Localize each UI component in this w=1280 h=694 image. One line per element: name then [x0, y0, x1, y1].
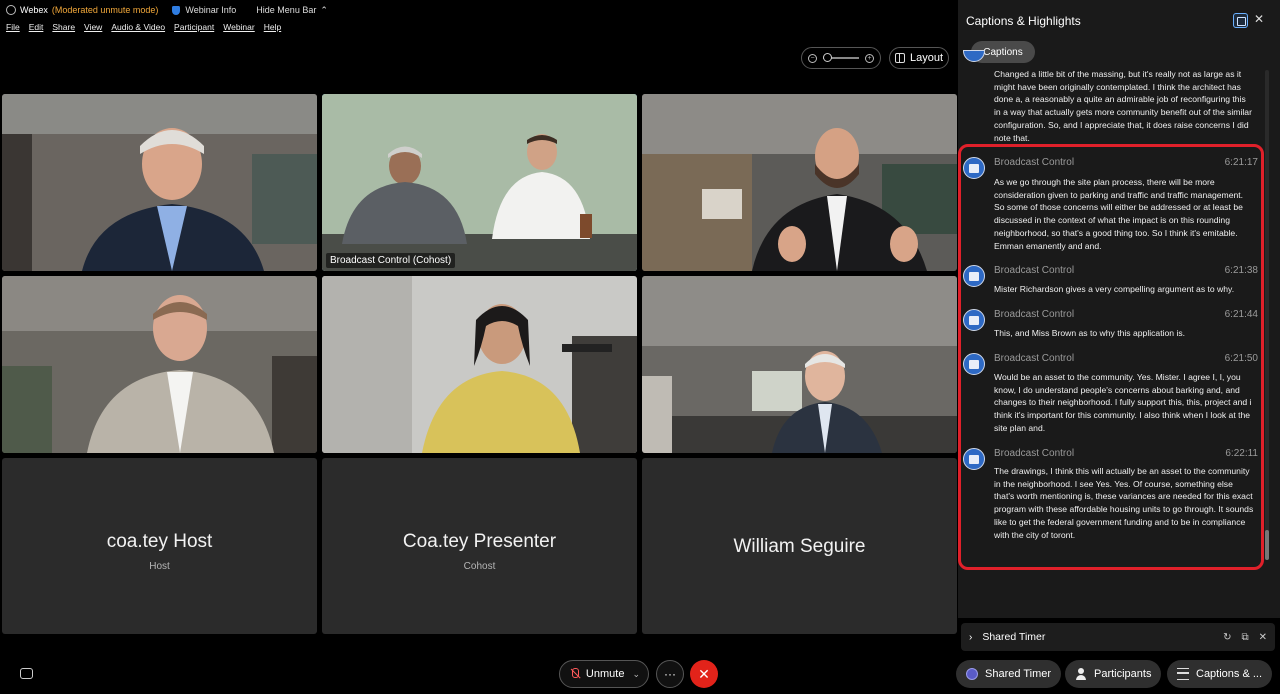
close-icon[interactable]: ✕: [1259, 632, 1267, 643]
participant-role: Cohost: [463, 560, 496, 572]
layout-button[interactable]: Layout: [889, 47, 949, 69]
refresh-icon[interactable]: ↻: [1223, 632, 1231, 643]
hide-menu-bar-button[interactable]: Hide Menu Bar: [256, 5, 316, 15]
zoom-slider[interactable]: [823, 53, 859, 63]
video-tile[interactable]: [642, 94, 957, 271]
unmute-mode-label: (Moderated unmute mode): [51, 5, 159, 15]
title-bar: Webex (Moderated unmute mode) Webinar In…: [0, 0, 958, 20]
shared-timer-title: Shared Timer: [982, 631, 1046, 643]
participants-label: Participants: [1094, 668, 1152, 680]
unmute-button[interactable]: Unmute ⌄: [559, 660, 649, 688]
video-tile[interactable]: [2, 94, 317, 271]
popout-icon[interactable]: [1233, 13, 1248, 28]
timer-icon: [966, 668, 978, 680]
layout-icon: [894, 53, 905, 63]
menu-help[interactable]: Help: [264, 22, 281, 38]
menu-audio-video[interactable]: Audio & Video: [111, 22, 165, 38]
shared-timer-button[interactable]: Shared Timer: [956, 660, 1062, 688]
video-tile[interactable]: [322, 276, 637, 453]
video-feed-image: [322, 94, 637, 271]
menu-participant[interactable]: Participant: [174, 22, 214, 38]
more-options-button[interactable]: ···: [656, 660, 684, 688]
popout-icon[interactable]: ⧉: [1241, 632, 1248, 643]
menu-webinar[interactable]: Webinar: [223, 22, 255, 38]
participant-name: coa.tey Host: [106, 530, 213, 552]
leave-button[interactable]: ✕: [690, 660, 718, 688]
video-feed-image: [642, 94, 957, 271]
video-feed-image: [322, 276, 637, 453]
chevron-up-icon[interactable]: ⌃: [320, 5, 328, 16]
shared-timer-section[interactable]: › Shared Timer ↻ ⧉ ✕: [961, 623, 1275, 651]
zoom-slider-knob[interactable]: [823, 53, 832, 63]
participant-role: Host: [149, 560, 170, 572]
chevron-down-icon[interactable]: ⌄: [632, 669, 640, 680]
chevron-right-icon[interactable]: ›: [969, 632, 972, 643]
video-tile[interactable]: [642, 276, 957, 453]
video-tile[interactable]: [2, 276, 317, 453]
captions-icon: [1177, 668, 1189, 680]
captions-button[interactable]: Captions & ...: [1167, 660, 1273, 688]
menu-share[interactable]: Share: [52, 22, 75, 38]
shield-icon: [172, 5, 181, 15]
participant-name-label: Broadcast Control (Cohost): [326, 253, 456, 268]
caption-text: Changed a little bit of the massing, but…: [994, 69, 1252, 143]
participant-tile[interactable]: William Seguire: [642, 458, 957, 634]
video-feed-image: [642, 276, 957, 453]
menu-edit[interactable]: Edit: [29, 22, 44, 38]
participant-name: William Seguire: [733, 536, 866, 557]
video-feed-image: [2, 276, 317, 453]
webex-logo-icon: [6, 5, 16, 15]
shared-timer-label: Shared Timer: [985, 668, 1052, 680]
video-feed-image: [2, 94, 317, 271]
menu-bar: File Edit Share View Audio & Video Parti…: [0, 22, 281, 38]
close-panel-icon[interactable]: ✕: [1254, 12, 1264, 26]
muted-mic-icon: [570, 668, 579, 680]
chat-icon[interactable]: [20, 668, 33, 679]
captions-label: Captions & ...: [1196, 668, 1263, 680]
participant-tile[interactable]: Coa.tey Presenter Cohost: [322, 458, 637, 634]
captions-scrollbar[interactable]: [1265, 70, 1269, 560]
caption-entry: Changed a little bit of the massing, but…: [963, 50, 1258, 144]
scrollbar-thumb[interactable]: [1265, 530, 1269, 560]
webinar-info-button[interactable]: Webinar Info: [185, 5, 236, 15]
participant-name: Coa.tey Presenter: [402, 530, 557, 552]
speaker-avatar-icon: [963, 50, 985, 62]
highlight-frame: [958, 144, 1264, 570]
unmute-label: Unmute: [585, 668, 625, 680]
app-name: Webex: [20, 5, 48, 15]
panel-title: Captions & Highlights: [966, 14, 1081, 28]
zoom-out-icon[interactable]: −: [808, 53, 817, 63]
participants-icon: [1075, 668, 1087, 680]
participant-tile[interactable]: coa.tey Host Host: [2, 458, 317, 634]
layout-label: Layout: [909, 52, 944, 64]
zoom-control: − +: [801, 47, 881, 69]
video-tile-active[interactable]: Broadcast Control (Cohost): [322, 94, 637, 271]
participants-button[interactable]: Participants: [1065, 660, 1162, 688]
menu-view[interactable]: View: [84, 22, 102, 38]
menu-file[interactable]: File: [6, 22, 20, 38]
zoom-in-icon[interactable]: +: [865, 53, 874, 63]
